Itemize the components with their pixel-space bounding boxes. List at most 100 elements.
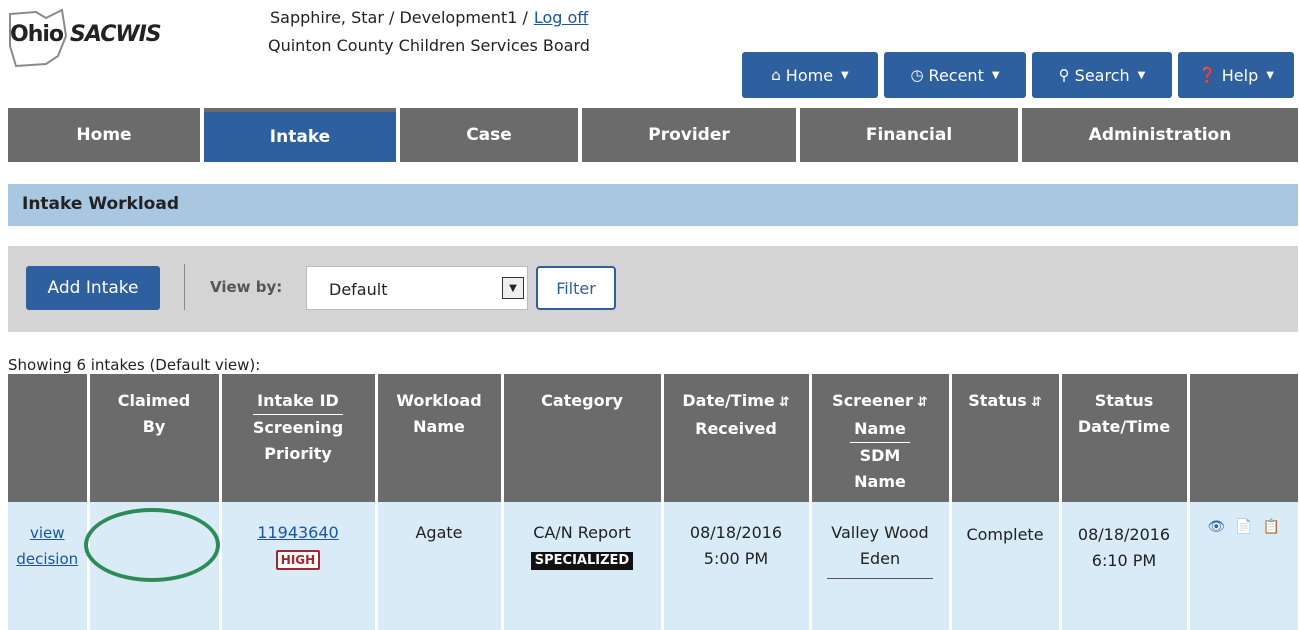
sort-icon[interactable]: ⇵ [917,395,928,410]
toolbar-divider [184,264,185,310]
nav-tab-home[interactable]: Home [8,108,200,162]
dropdown-arrow-icon[interactable]: ▼ [502,277,524,299]
view-decision-link[interactable]: view decision [16,524,78,568]
status-cell: Complete [950,502,1062,630]
screener-line2: Eden [859,549,901,568]
recent-menu-button[interactable]: ◷ Recent ▼ [884,52,1026,98]
row-actions-cell: 👁 📄 📋 [1188,502,1298,630]
table-row: view decision 11943640 HIGH Agate CA/N R… [8,502,1298,630]
header-claimed-by: Claimed By [88,374,222,502]
ohio-sacwis-logo: Ohio SACWIS [6,6,176,70]
workload-toolbar: Add Intake View by: Default ▼ Filter [8,246,1298,332]
header-intake-id[interactable]: Intake ID Screening Priority [220,374,378,502]
category-cell: CA/N Report SPECIALIZED [502,502,664,630]
header-workload-line1: Workload [396,391,482,410]
received-time: 5:00 PM [703,549,769,568]
view-by-label: View by: [210,278,283,296]
view-by-select[interactable]: Default ▼ [306,266,528,310]
header-priority-line1: Screening [252,418,344,437]
header-claimed-line1: Claimed [117,391,191,410]
workload-name-cell: Agate [376,502,504,630]
view-link-line1: view [29,524,65,542]
status-date-cell: 08/18/2016 6:10 PM [1060,502,1190,630]
top-button-bar: ⌂ Home ▼ ◷ Recent ▼ ⚲ Search ▼ ❓ Help ▼ [742,52,1294,98]
screener-line1: Valley Wood [831,523,929,542]
nav-tab-financial[interactable]: Financial [800,108,1018,162]
view-decision-cell: view decision [8,502,90,630]
header-screener-line2: Name [850,416,910,443]
chevron-down-icon: ▼ [1137,69,1146,81]
chevron-down-icon: ▼ [991,69,1000,81]
status-time: 6:10 PM [1091,551,1157,570]
screener-cell: Valley Wood Eden [810,502,952,630]
eye-icon[interactable]: 👁 [1207,514,1225,540]
search-menu-label: Search [1074,65,1130,85]
home-menu-button[interactable]: ⌂ Home ▼ [742,52,878,98]
header-actions-left [8,374,90,502]
showing-count: Showing 6 intakes (Default view): [8,356,261,374]
table-header-row: Claimed By Intake ID Screening Priority … [8,374,1298,502]
header-screener-line1: Screener [832,391,913,410]
chevron-down-icon: ▼ [841,69,849,81]
priority-badge: HIGH [275,550,321,570]
nav-tab-administration[interactable]: Administration [1022,108,1298,162]
header-intake-id-label: Intake ID [253,388,343,415]
row-actions: 👁 📄 📋 [1194,514,1295,540]
intake-id-cell: 11943640 HIGH [220,502,378,630]
header-sdm-line2: Name [854,472,906,491]
chevron-down-icon: ▼ [1266,69,1274,81]
question-icon: ❓ [1198,66,1217,84]
header-category: Category [502,374,664,502]
header-status[interactable]: Status ⇵ [950,374,1062,502]
header-received-line2: Received [695,419,777,438]
view-link-line2: decision [16,550,79,568]
claimed-by-cell [88,502,222,630]
recent-menu-label: Recent [928,65,984,85]
sort-icon[interactable]: ⇵ [1031,395,1042,410]
header-actions-right [1188,374,1298,502]
specialized-badge: SPECIALIZED [530,552,634,570]
nav-tab-intake[interactable]: Intake [204,108,396,162]
clock-icon: ◷ [910,66,924,84]
intake-id-link[interactable]: 11943640 [257,523,338,542]
main-nav: Home Intake Case Provider Financial Admi… [8,108,1298,162]
received-date: 08/18/2016 [689,523,783,542]
category-text: CA/N Report [533,523,631,542]
user-info: Sapphire, Star / Development1 / Log off [270,8,588,27]
user-name: Sapphire, Star / Development1 / [270,8,528,27]
sort-icon[interactable]: ⇵ [779,395,790,410]
view-by-value: Default [329,280,388,299]
intake-table: Claimed By Intake ID Screening Priority … [8,374,1298,630]
header-workload-name: Workload Name [376,374,504,502]
header-date-received[interactable]: Date/Time ⇵ Received [662,374,812,502]
logo-sacwis-text: SACWIS [70,22,162,47]
filter-button[interactable]: Filter [536,266,616,310]
search-menu-button[interactable]: ⚲ Search ▼ [1032,52,1172,98]
document-icon[interactable]: 📄 [1235,514,1252,540]
header-status-label: Status [968,391,1027,410]
search-icon: ⚲ [1058,66,1070,84]
header-category-label: Category [541,391,623,410]
nav-tab-case[interactable]: Case [400,108,578,162]
status-date: 08/18/2016 [1077,525,1171,544]
add-intake-button[interactable]: Add Intake [26,266,160,310]
header-screener[interactable]: Screener ⇵ Name SDM Name [810,374,952,502]
header-status-date: Status Date/Time [1060,374,1190,502]
home-menu-label: Home [785,65,834,85]
nav-tab-provider[interactable]: Provider [582,108,796,162]
section-title: Intake Workload [8,184,1298,226]
screener-name: Valley Wood Eden [827,520,933,579]
home-icon: ⌂ [771,66,781,84]
help-menu-label: Help [1221,65,1259,85]
header-sdm-line1: SDM [859,446,901,465]
agency-name: Quinton County Children Services Board [268,36,590,55]
header-received-line1: Date/Time [682,391,775,410]
received-cell: 08/18/2016 5:00 PM [662,502,812,630]
header-status-dt-line2: Date/Time [1077,417,1171,436]
logoff-link[interactable]: Log off [534,8,588,27]
logo-ohio-text: Ohio [10,22,64,47]
header-status-dt-line1: Status [1094,391,1154,410]
copy-documents-icon[interactable]: 📋 [1263,514,1280,540]
header-claimed-line2: By [142,417,166,436]
help-menu-button[interactable]: ❓ Help ▼ [1178,52,1294,98]
